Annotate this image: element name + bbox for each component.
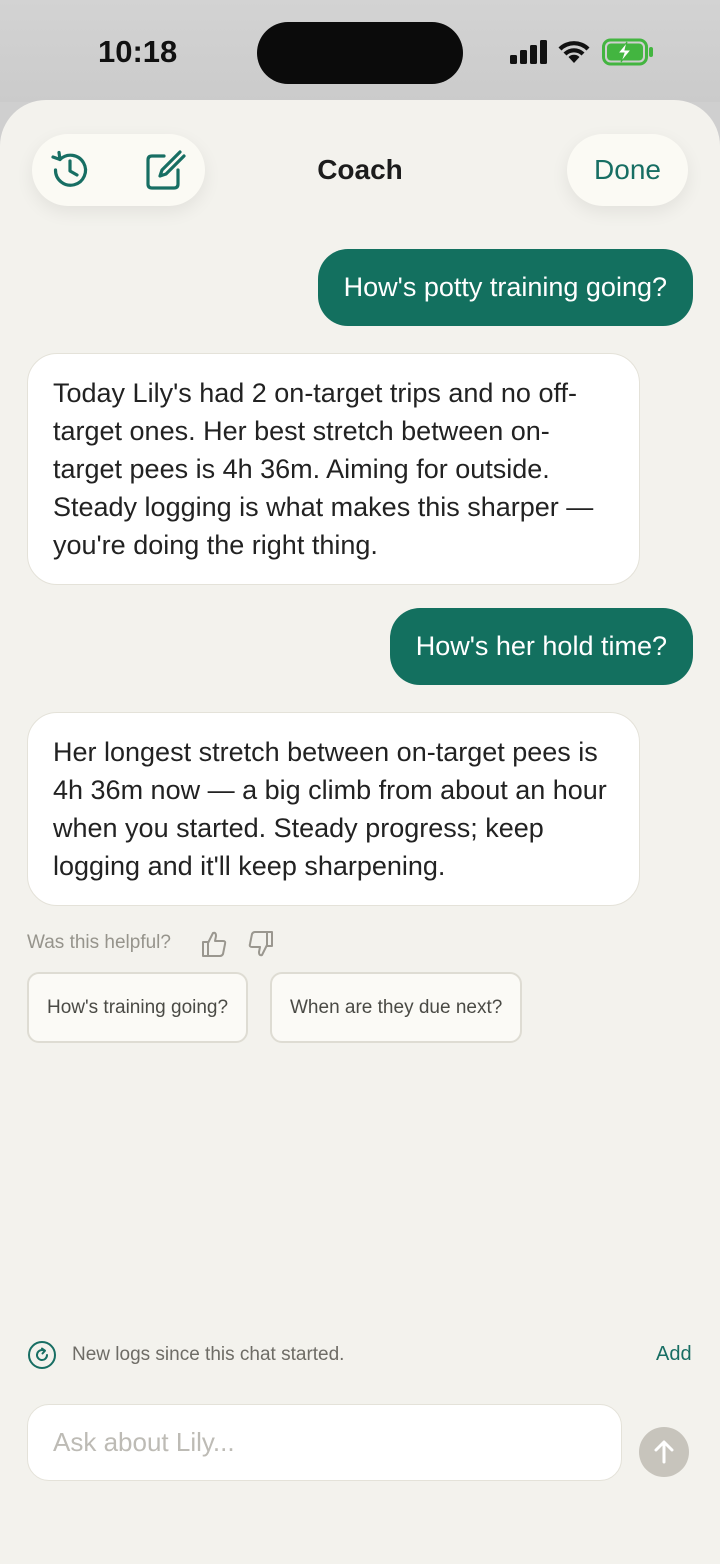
status-bar: 10:18 <box>0 0 720 102</box>
coach-sheet: Coach Done How's potty training going? T… <box>0 100 720 1564</box>
suggestion-chip[interactable]: How's training going? <box>27 972 249 1043</box>
new-logs-notice: New logs since this chat started. <box>72 1344 345 1365</box>
refresh-icon <box>28 1341 56 1369</box>
suggestion-chip[interactable]: When are they due next? <box>270 972 523 1043</box>
thumbs-up-icon[interactable] <box>199 929 229 959</box>
user-message: How's potty training going? <box>317 249 693 326</box>
feedback-label: Was this helpful? <box>27 932 171 953</box>
battery-charging-icon <box>602 38 653 66</box>
ask-input[interactable] <box>27 1404 622 1481</box>
send-button[interactable] <box>639 1427 689 1477</box>
arrow-up-icon <box>654 1440 674 1464</box>
wifi-icon <box>558 41 590 63</box>
coach-message: Today Lily's had 2 on-target trips and n… <box>27 353 640 585</box>
add-logs-link[interactable]: Add <box>656 1343 692 1366</box>
thumbs-down-icon[interactable] <box>246 929 276 959</box>
dynamic-island <box>257 22 463 84</box>
status-time: 10:18 <box>98 34 178 69</box>
signal-icon <box>510 40 547 64</box>
done-button[interactable]: Done <box>567 134 688 206</box>
user-message: How's her hold time? <box>389 608 693 685</box>
coach-message: Her longest stretch between on-target pe… <box>27 712 640 906</box>
